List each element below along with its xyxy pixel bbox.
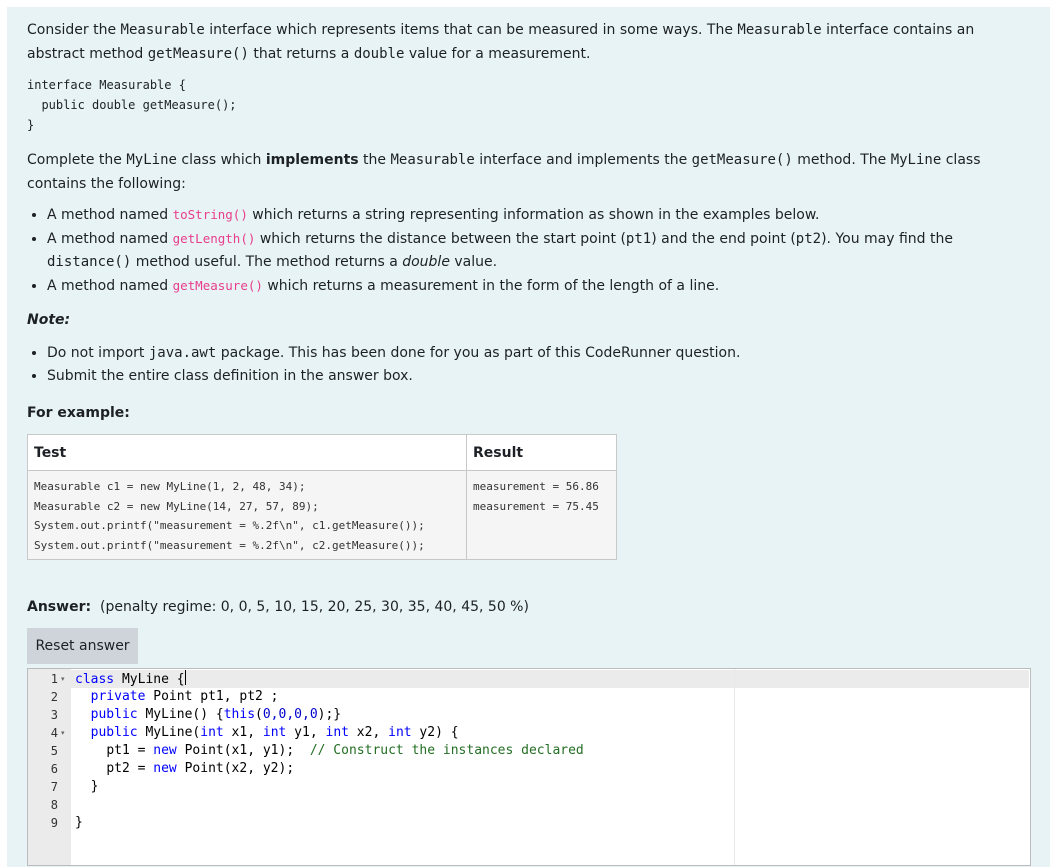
line-number: 1: [50, 672, 58, 686]
intro-text: Consider the Measurable interface which …: [27, 22, 975, 62]
line-number: 7: [50, 780, 58, 794]
list-item: A method named getLength() which returns…: [47, 227, 1037, 274]
code-line: }: [90, 779, 99, 794]
answer-label: Answer: (penalty regime: 0, 0, 5, 10, 15…: [27, 599, 529, 615]
task-description: Complete the MyLine class which implemen…: [27, 152, 981, 192]
line-number: 6: [50, 762, 58, 776]
table-row: Measurable c1 = new MyLine(1, 2, 48, 34)…: [27, 470, 617, 560]
code-line: }: [75, 815, 83, 830]
note-list: Do not import java.awt package. This has…: [27, 342, 1037, 388]
list-item: Submit the entire class definition in th…: [47, 365, 1037, 388]
line-number: 9: [50, 816, 58, 830]
print-margin: [734, 669, 735, 865]
note-heading: Note:: [27, 312, 71, 328]
example-heading: For example:: [27, 405, 130, 421]
result-cell: measurement = 56.86 measurement = 75.45: [466, 470, 617, 560]
code-line: pt2 = new Point(x2, y2);: [106, 761, 295, 776]
code-line: class MyLine {: [75, 670, 186, 687]
example-table: Test Result Measurable c1 = new MyLine(1…: [27, 434, 617, 560]
line-number: 5: [50, 744, 58, 758]
line-number: 2: [50, 690, 58, 704]
fold-icon[interactable]: ▾: [61, 670, 65, 688]
text-cursor: [184, 670, 186, 685]
code-line: public MyLine(int x1, int y1, int x2, in…: [90, 725, 459, 740]
column-header-test: Test: [27, 434, 467, 471]
code-editor[interactable]: 1 ▾ 2 3 4 ▾ 5 6 7 8 9 class MyLine { pri…: [27, 668, 1031, 866]
penalty-regime: (penalty regime: 0, 0, 5, 10, 15, 20, 25…: [99, 599, 529, 615]
question-panel: Consider the Measurable interface which …: [7, 7, 1050, 867]
code-line: public MyLine() {this(0,0,0,0);}: [90, 707, 342, 722]
interface-code: interface Measurable { public double get…: [27, 78, 237, 132]
line-number: 4: [50, 726, 58, 740]
line-number: 8: [50, 798, 58, 812]
line-number: 3: [50, 708, 58, 722]
active-line-highlight: [71, 670, 1029, 688]
fold-icon[interactable]: ▾: [61, 724, 65, 742]
code-line: private Point pt1, pt2 ;: [90, 689, 279, 704]
reset-answer-button[interactable]: Reset answer: [27, 628, 138, 664]
list-item: A method named getMeasure() which return…: [47, 274, 1037, 298]
code-line: pt1 = new Point(x1, y1); // Construct th…: [106, 743, 584, 758]
requirements-list: A method named toString() which returns …: [27, 203, 1037, 298]
list-item: Do not import java.awt package. This has…: [47, 342, 1037, 365]
list-item: A method named toString() which returns …: [47, 203, 1037, 227]
line-number-gutter: 1 ▾ 2 3 4 ▾ 5 6 7 8 9: [28, 669, 71, 865]
column-header-result: Result: [466, 434, 617, 471]
test-cell: Measurable c1 = new MyLine(1, 2, 48, 34)…: [27, 470, 467, 560]
